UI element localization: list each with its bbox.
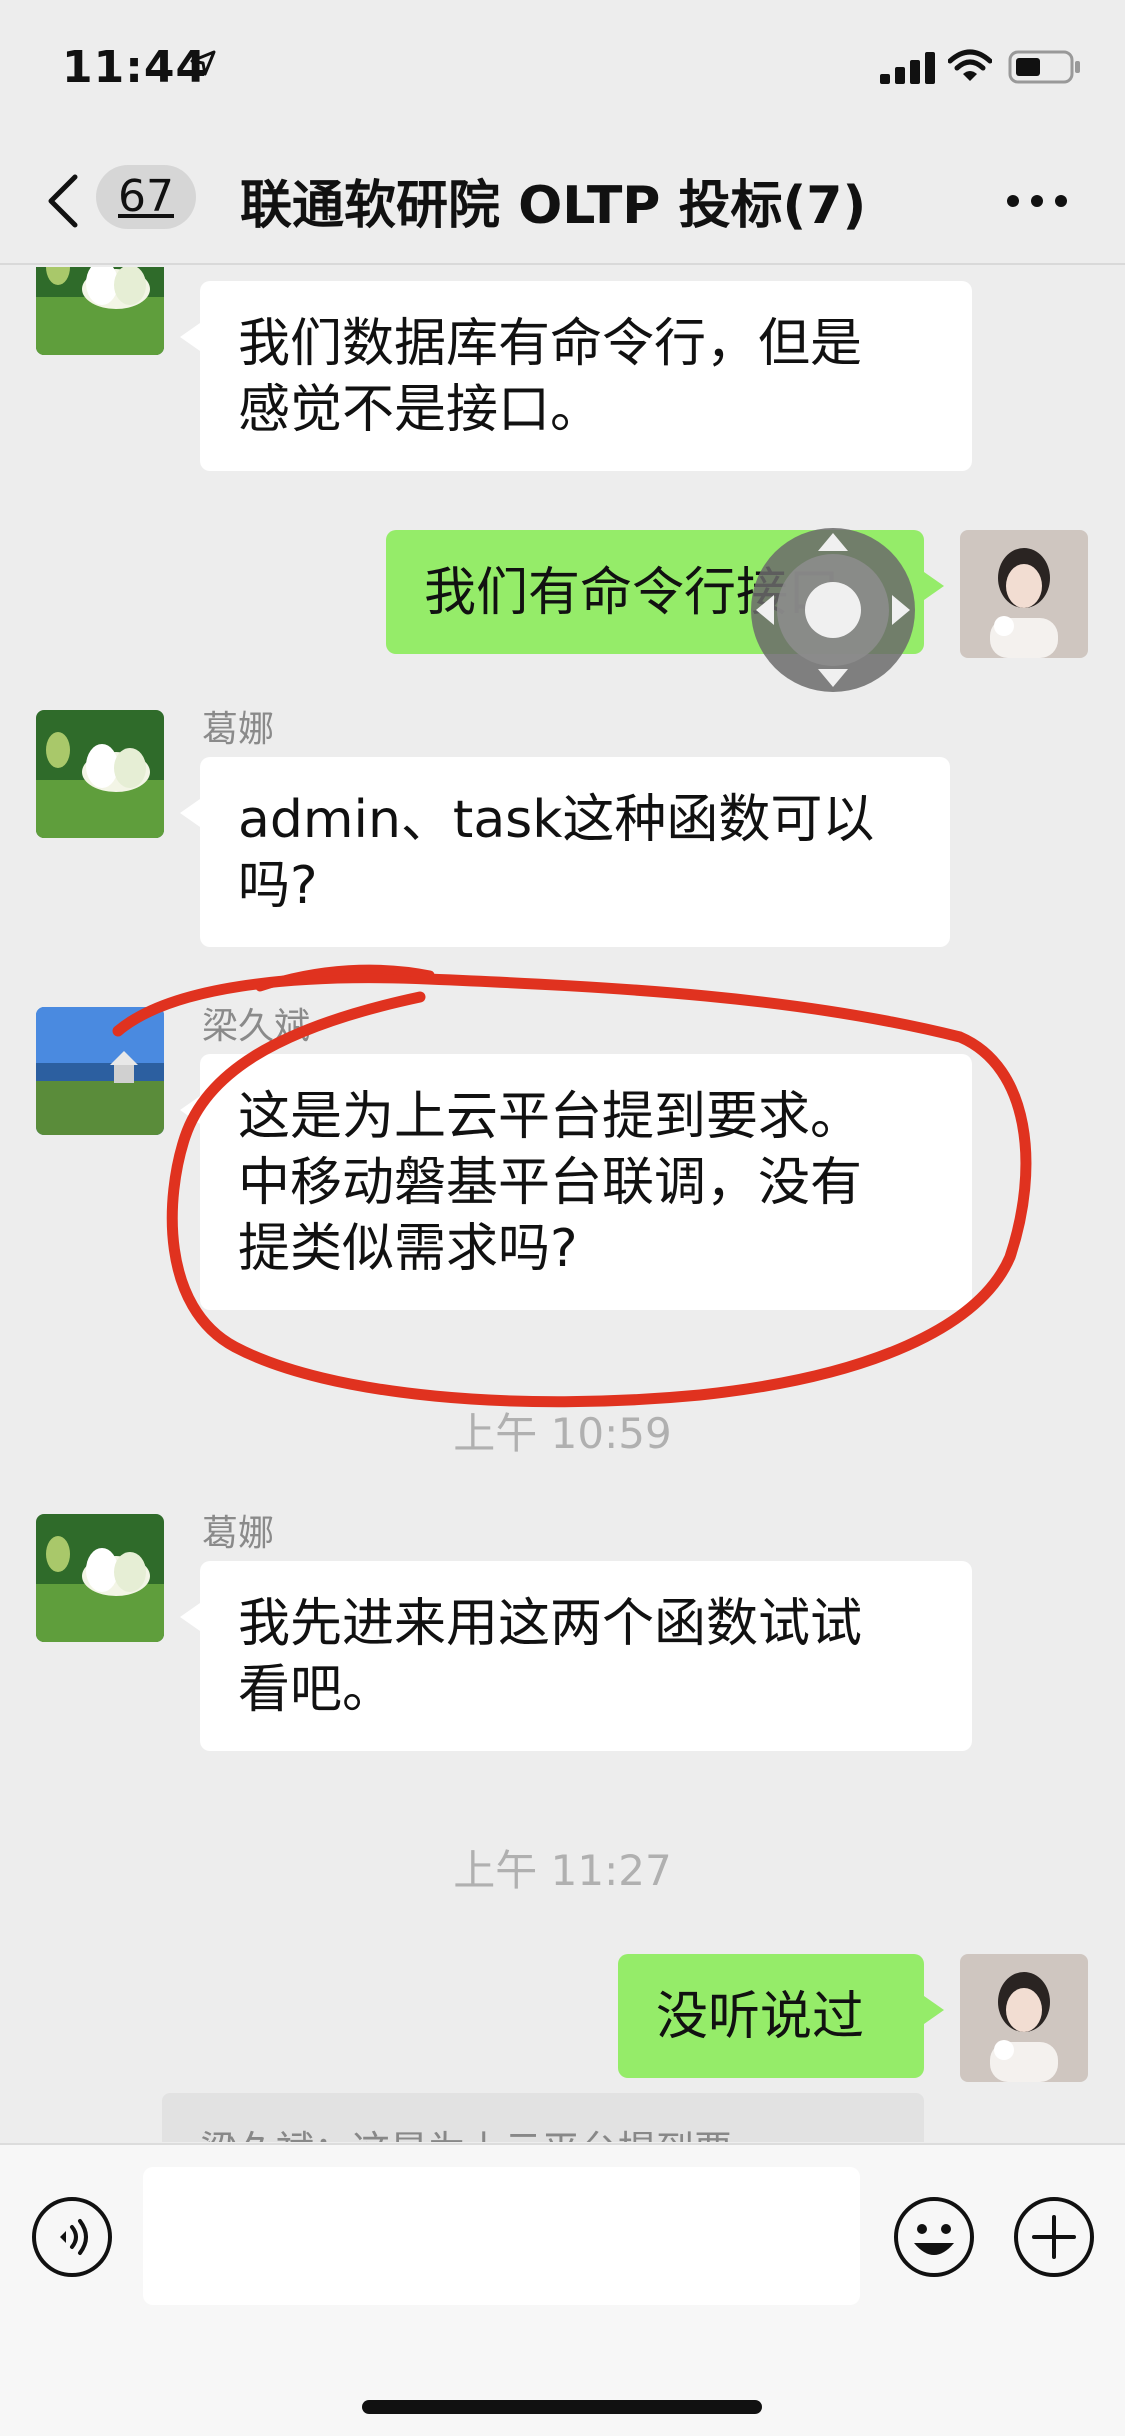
status-bar: 11:44 [0,0,1125,135]
avatar-lotus[interactable] [36,710,164,838]
avatar-lotus[interactable] [36,1514,164,1642]
location-arrow-icon [190,50,216,76]
avatar-lotus[interactable] [36,267,164,355]
unread-count-badge[interactable]: 67 [96,165,196,229]
cellular-signal-icon [880,52,935,84]
more-dots-icon[interactable] [1005,193,1069,209]
sender-name: 葛娜 [202,709,275,750]
avatar-landscape[interactable] [36,1007,164,1135]
emoji-icon[interactable] [892,2195,976,2279]
home-indicator [362,2400,762,2414]
message-list[interactable]: 我们数据库有命令行，但是 感觉不是接口。 我们有命令行接口 葛娜 admin、t… [0,267,1125,2142]
plus-icon[interactable] [1012,2195,1096,2279]
message-bubble[interactable]: admin、task这种函数可以 吗? [180,757,950,947]
chat-header: 67 联通软研院 OLTP 投标(7) [0,135,1125,265]
sender-name: 梁久斌 [202,1006,311,1047]
battery-icon [1008,50,1080,84]
message-bubble[interactable]: 这是为上云平台提到要求。 中移动磐基平台联调，没有 提类似需求吗? [180,1054,972,1310]
message-input[interactable] [143,2167,860,2305]
message-text: 我先进来用这两个函数试试 看吧。 [238,1594,863,1720]
avatar-self[interactable] [960,530,1088,658]
voice-input-icon[interactable] [30,2195,114,2279]
message-text: 没听说过 [656,1987,865,2047]
quote-preview[interactable]: 梁久斌：这是为上云平台提到要 [162,2093,924,2142]
avatar-self[interactable] [960,1954,1088,2082]
message-text: admin、task这种函数可以 吗? [238,790,875,916]
chevron-left-icon[interactable] [45,173,81,229]
message-bubble[interactable]: 没听说过 [618,1954,944,2078]
timestamp: 上午 11:27 [453,1846,672,1895]
chat-title: 联通软研院 OLTP 投标(7) [240,176,867,236]
input-bar [0,2143,1125,2436]
message-bubble[interactable]: 我先进来用这两个函数试试 看吧。 [180,1561,972,1751]
message-text: 这是为上云平台提到要求。 中移动磐基平台联调，没有 提类似需求吗? [238,1087,863,1279]
wifi-icon [948,49,992,81]
message-bubble[interactable]: 我们数据库有命令行，但是 感觉不是接口。 [180,281,972,471]
sender-name: 葛娜 [202,1513,275,1554]
assistive-touch-icon[interactable] [748,525,918,695]
status-time: 11:44 [62,42,208,93]
timestamp: 上午 10:59 [453,1409,672,1458]
message-text: 我们数据库有命令行，但是 感觉不是接口。 [238,314,863,440]
